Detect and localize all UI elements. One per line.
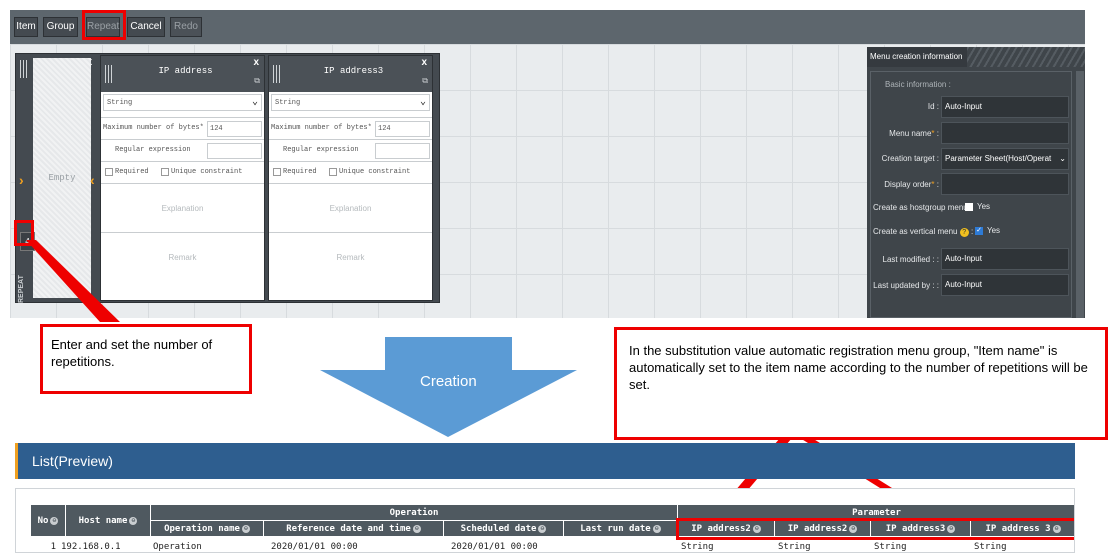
cell-ip-address2-a: String (681, 542, 714, 552)
column-host-name-label: Host name (78, 516, 128, 526)
column-host-name[interactable]: Host name ⊖ (66, 505, 151, 537)
list-preview-table: No ⊖ Host name ⊖ Operation Parameter Opera… (15, 488, 1075, 553)
cell-operation-name: Operation (153, 542, 202, 552)
column-no-label: No (37, 516, 49, 526)
sort-icon[interactable]: ⊖ (652, 524, 661, 533)
column-label: Reference date and time (286, 524, 411, 534)
cell-scheduled-date: 2020/01/01 00:00 (451, 542, 538, 552)
creation-label: Creation (420, 373, 477, 390)
list-preview-header: List(Preview) (15, 443, 1075, 479)
column-operation-name[interactable]: Operation name ⊖ (151, 521, 264, 537)
sort-icon[interactable]: ⊖ (241, 524, 250, 533)
cell-reference-date: 2020/01/01 00:00 (271, 542, 358, 552)
cell-no: 1 (50, 542, 56, 552)
cell-ip-address2-b: String (778, 542, 811, 552)
sort-icon[interactable]: ⊖ (412, 524, 421, 533)
column-label: Scheduled date (460, 524, 537, 534)
column-label: Operation name (164, 524, 240, 534)
sort-icon[interactable]: ⊖ (538, 524, 547, 533)
cell-ip-address3-b: String (974, 542, 1007, 552)
left-callout: Enter and set the number of repetitions. (40, 324, 252, 394)
right-callout: In the substitution value automatic regi… (614, 327, 1108, 440)
column-no[interactable]: No ⊖ (31, 505, 66, 537)
cell-host-name: 192.168.0.1 (61, 542, 121, 552)
sort-icon[interactable]: ⊖ (50, 516, 59, 525)
list-preview-title: List(Preview) (32, 453, 113, 469)
column-label: Last run date (580, 524, 651, 534)
column-reference-date[interactable]: Reference date and time ⊖ (264, 521, 444, 537)
column-scheduled-date[interactable]: Scheduled date ⊖ (444, 521, 564, 537)
parameter-columns-highlight (676, 518, 1074, 540)
column-last-run-date[interactable]: Last run date ⊖ (564, 521, 678, 537)
group-operation: Operation (151, 505, 678, 521)
cell-ip-address3-a: String (874, 542, 907, 552)
left-callout-pointer (26, 240, 120, 322)
sort-icon[interactable]: ⊖ (129, 516, 138, 525)
